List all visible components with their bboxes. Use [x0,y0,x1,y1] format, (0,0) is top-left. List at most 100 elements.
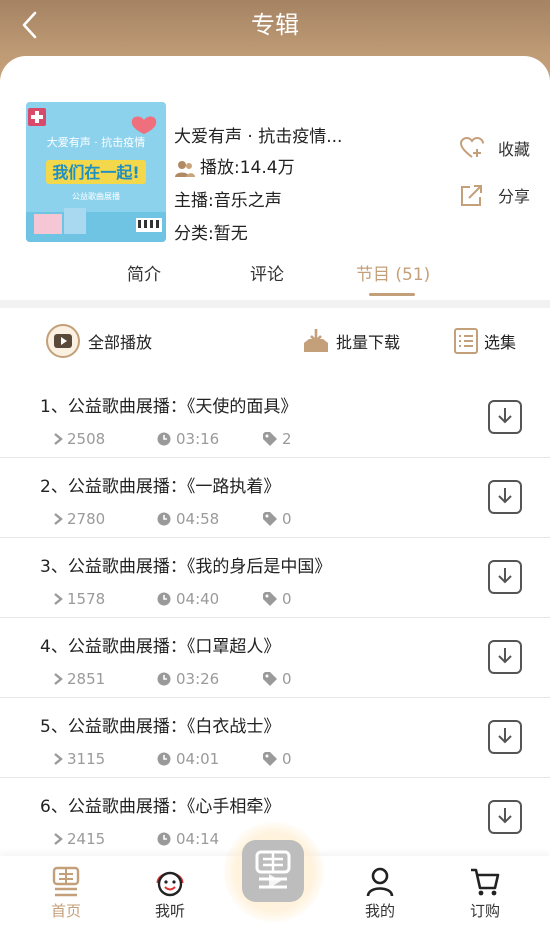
episode-plays: 2780 [67,510,106,528]
episode-meta: 3115 04:01 0 [52,750,292,768]
select-label: 选集 [484,333,517,352]
album-cover[interactable]: 大爱有声 · 抗击疫情 我们在一起! 公益歌曲展播 [26,102,166,242]
episode-tags: 0 [282,590,292,608]
download-icon [498,408,512,424]
active-tab-underline [369,293,415,296]
share-label: 分享 [498,187,531,206]
album-tabs: 简介 评论 节目 (51) [0,252,550,300]
cover-line2: 我们在一起! [52,163,139,182]
cart-icon [471,868,500,896]
share-icon [461,185,482,206]
tag-icon [263,432,277,446]
clock-icon [157,592,171,606]
clock-icon [157,432,171,446]
download-icon [498,728,512,744]
episode-duration: 04:14 [176,830,220,848]
listen-face-icon [156,871,184,897]
episode-plays: 3115 [67,750,106,768]
mini-player-button[interactable] [224,822,324,922]
episode-tags: 0 [282,670,292,688]
user-icon [366,867,394,897]
episode-meta: 2851 03:26 0 [52,670,292,688]
download-button[interactable] [488,720,522,754]
cover-line1: 大爱有声 · 抗击疫情 [47,135,146,149]
album-category: 分类:暂无 [174,224,248,244]
page-title: 专辑 [251,11,299,39]
episode-duration: 04:40 [176,590,220,608]
tab-episodes[interactable]: 节目 (51) [356,260,430,290]
download-icon [498,648,512,664]
download-button[interactable] [488,400,522,434]
chevron-right-icon [54,593,63,605]
player-logo-icon [255,850,291,889]
chevron-right-icon [54,673,63,685]
collect-button[interactable]: 收藏 [460,136,530,160]
batch-download-button[interactable]: 批量下载 [302,324,400,358]
episode-title: 2、公益歌曲展播：《一路执着》 [40,477,281,497]
list-icon [454,328,478,354]
album-plays: 播放:14.4万 [200,158,295,178]
download-button[interactable] [488,560,522,594]
select-episodes-button[interactable]: 选集 [454,324,516,358]
episode-plays: 1578 [67,590,106,608]
tab-comments[interactable]: 评论 [250,260,284,290]
episode-meta: 1578 04:40 0 [52,590,292,608]
episode-title: 6、公益歌曲展播：《心手相牵》 [40,797,281,817]
tag-icon [263,752,277,766]
album-host: 主播:音乐之声 [174,191,282,211]
episode-meta: 2780 04:58 0 [52,510,292,528]
tag-icon [263,512,277,526]
clock-icon [157,512,171,526]
play-all-icon [46,324,80,358]
download-button[interactable] [488,480,522,514]
episode-tags: 0 [282,510,292,528]
nav-order-label: 订购 [469,902,500,920]
list-item[interactable]: 3、公益歌曲展播：《我的身后是中国》 1578 04:40 0 [0,538,550,618]
chevron-right-icon [54,833,63,845]
episode-tags: 0 [282,750,292,768]
album-plays-row: 播放:14.4万 [174,152,342,185]
album-title: 大爱有声 · 抗击疫情... [174,127,343,147]
episode-toolbar: 全部播放 批量下载 选集 [0,310,550,372]
play-all-button[interactable]: 全部播放 [46,324,152,358]
list-item[interactable]: 2、公益歌曲展播：《一路执着》 2780 04:58 0 [0,458,550,538]
episode-title: 5、公益歌曲展播：《白衣战士》 [40,717,281,737]
list-item[interactable]: 5、公益歌曲展播：《白衣战士》 3115 04:01 0 [0,698,550,778]
episode-title: 3、公益歌曲展播：《我的身后是中国》 [40,557,332,577]
download-icon [498,488,512,504]
share-button[interactable]: 分享 [460,183,530,207]
episode-plays: 2415 [67,830,106,848]
episode-duration: 04:58 [176,510,220,528]
download-button[interactable] [488,640,522,674]
nav-listen-label: 我听 [154,902,185,920]
episode-plays: 2851 [67,670,106,688]
chevron-right-icon [54,753,63,765]
episode-duration: 04:01 [176,750,220,768]
episode-duration: 03:16 [176,430,220,448]
download-button[interactable] [488,800,522,834]
cover-line3: 公益歌曲展播 [72,191,120,201]
episode-tags: 2 [282,430,292,448]
tag-icon [263,672,277,686]
clock-icon [157,832,171,846]
collect-label: 收藏 [498,140,531,159]
download-icon [498,808,512,824]
list-item[interactable]: 4、公益歌曲展播：《口罩超人》 2851 03:26 0 [0,618,550,698]
nav-order[interactable]: 订购 [445,864,525,921]
nav-mine-label: 我的 [364,902,395,920]
cover-art: 大爱有声 · 抗击疫情 我们在一起! 公益歌曲展播 [26,102,166,242]
nav-home-label: 首页 [50,902,81,920]
clock-icon [157,672,171,686]
list-item[interactable]: 1、公益歌曲展播：《天使的面具》 2508 03:16 2 [0,378,550,458]
tab-intro[interactable]: 简介 [127,260,161,290]
clock-icon [157,752,171,766]
batch-download-icon [304,329,328,352]
chevron-right-icon [54,513,63,525]
episode-list: 1、公益歌曲展播：《天使的面具》 2508 03:16 2 2、公益歌曲展播：《… [0,378,550,858]
episode-title: 4、公益歌曲展播：《口罩超人》 [40,637,281,657]
nav-mine[interactable]: 我的 [340,864,420,921]
tag-icon [263,592,277,606]
chevron-right-icon [54,433,63,445]
nav-listen[interactable]: 我听 [130,864,210,921]
nav-home[interactable]: 首页 [26,864,106,921]
